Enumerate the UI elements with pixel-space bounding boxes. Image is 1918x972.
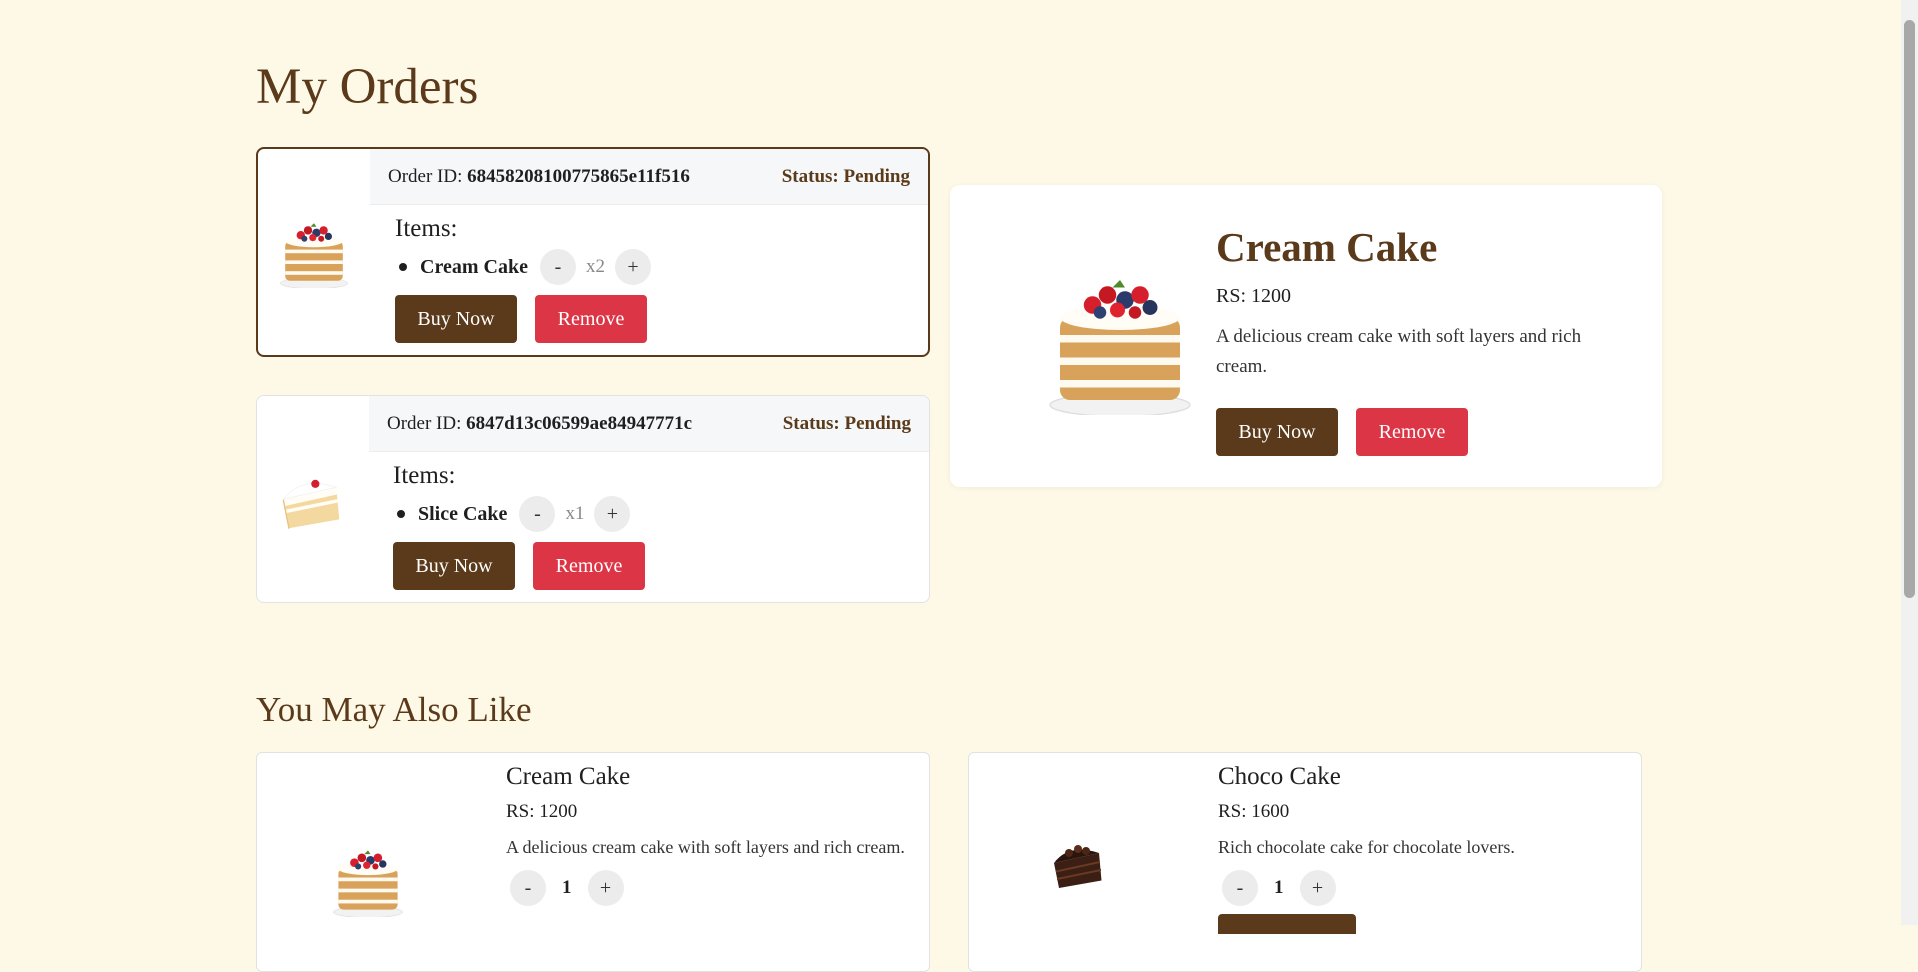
scrollbar-thumb[interactable] xyxy=(1904,20,1915,598)
buy-now-button[interactable]: Buy Now xyxy=(1216,408,1338,456)
rec-description: A delicious cream cake with soft layers … xyxy=(506,837,905,857)
decrease-quantity-button[interactable]: - xyxy=(539,249,576,285)
remove-button[interactable]: Remove xyxy=(533,542,645,590)
order-item: Slice Cake - x1 + xyxy=(393,496,645,532)
items-label: Items: xyxy=(395,215,458,242)
item-count: x2 xyxy=(585,256,605,277)
rec-product-image xyxy=(331,843,405,922)
vertical-scrollbar[interactable] xyxy=(1901,0,1918,925)
increase-quantity-button[interactable]: + xyxy=(1299,870,1336,906)
detail-description: A delicious cream cake with soft layers … xyxy=(1216,326,1582,377)
order-card[interactable]: Order ID: 6847d13c06599ae84947771c Statu… xyxy=(256,395,930,603)
item-count: x1 xyxy=(565,503,585,524)
remove-button[interactable]: Remove xyxy=(1356,408,1468,456)
order-id: Order ID: 68458208100775865e11f516 xyxy=(388,165,690,187)
order-item: Cream Cake - x2 + xyxy=(395,249,651,285)
order-header: Order ID: 68458208100775865e11f516 Statu… xyxy=(370,149,928,205)
order-id: Order ID: 6847d13c06599ae84947771c xyxy=(387,412,693,434)
rec-description: Rich chocolate cake for chocolate lovers… xyxy=(1218,837,1515,857)
decrease-quantity-button[interactable]: - xyxy=(510,870,546,906)
order-product-image xyxy=(257,396,369,602)
order-product-image xyxy=(258,149,370,355)
slice-cake-image xyxy=(282,479,340,530)
detail-price: RS: 1200 xyxy=(1216,285,1292,307)
items-label: Items: xyxy=(393,462,456,489)
order-header: Order ID: 6847d13c06599ae84947771c Statu… xyxy=(369,396,929,452)
item-name: Cream Cake xyxy=(420,255,528,278)
increase-quantity-button[interactable]: + xyxy=(614,249,651,285)
order-status: Status: Pending xyxy=(781,165,910,187)
rec-price: RS: 1200 xyxy=(506,801,578,822)
quantity-value: 1 xyxy=(562,877,572,898)
detail-product-image xyxy=(1040,265,1200,420)
add-to-cart-button[interactable] xyxy=(1218,914,1356,934)
recommendation-card[interactable]: Cream Cake RS: 1200 A delicious cream ca… xyxy=(256,752,930,972)
order-card[interactable]: Order ID: 68458208100775865e11f516 Statu… xyxy=(256,147,930,357)
order-status: Status: Pending xyxy=(782,412,911,434)
quantity-value: 1 xyxy=(1274,877,1284,898)
rec-price: RS: 1600 xyxy=(1218,801,1290,822)
bullet xyxy=(399,263,407,271)
remove-button[interactable]: Remove xyxy=(535,295,647,343)
rec-name: Cream Cake xyxy=(506,763,631,790)
increase-quantity-button[interactable]: + xyxy=(587,870,624,906)
buy-now-button[interactable]: Buy Now xyxy=(395,295,517,343)
rec-product-image xyxy=(1049,833,1109,898)
cream-cake-image xyxy=(1049,279,1191,417)
page-title: My Orders xyxy=(256,59,479,115)
decrease-quantity-button[interactable]: - xyxy=(1222,870,1258,906)
bullet xyxy=(397,510,405,518)
detail-title: Cream Cake xyxy=(1216,224,1438,270)
cream-cake-image xyxy=(280,222,348,288)
item-name: Slice Cake xyxy=(418,502,508,525)
choco-cake-image xyxy=(1054,845,1102,888)
recommendation-card[interactable]: Choco Cake RS: 1600 Rich chocolate cake … xyxy=(968,752,1642,972)
cream-cake-image xyxy=(333,850,403,918)
decrease-quantity-button[interactable]: - xyxy=(519,496,556,532)
recommendations-title: You May Also Like xyxy=(256,690,532,729)
increase-quantity-button[interactable]: + xyxy=(594,496,631,532)
rec-name: Choco Cake xyxy=(1218,763,1341,790)
product-detail-panel: Cream Cake RS: 1200 A delicious cream ca… xyxy=(950,185,1662,487)
buy-now-button[interactable]: Buy Now xyxy=(393,542,515,590)
